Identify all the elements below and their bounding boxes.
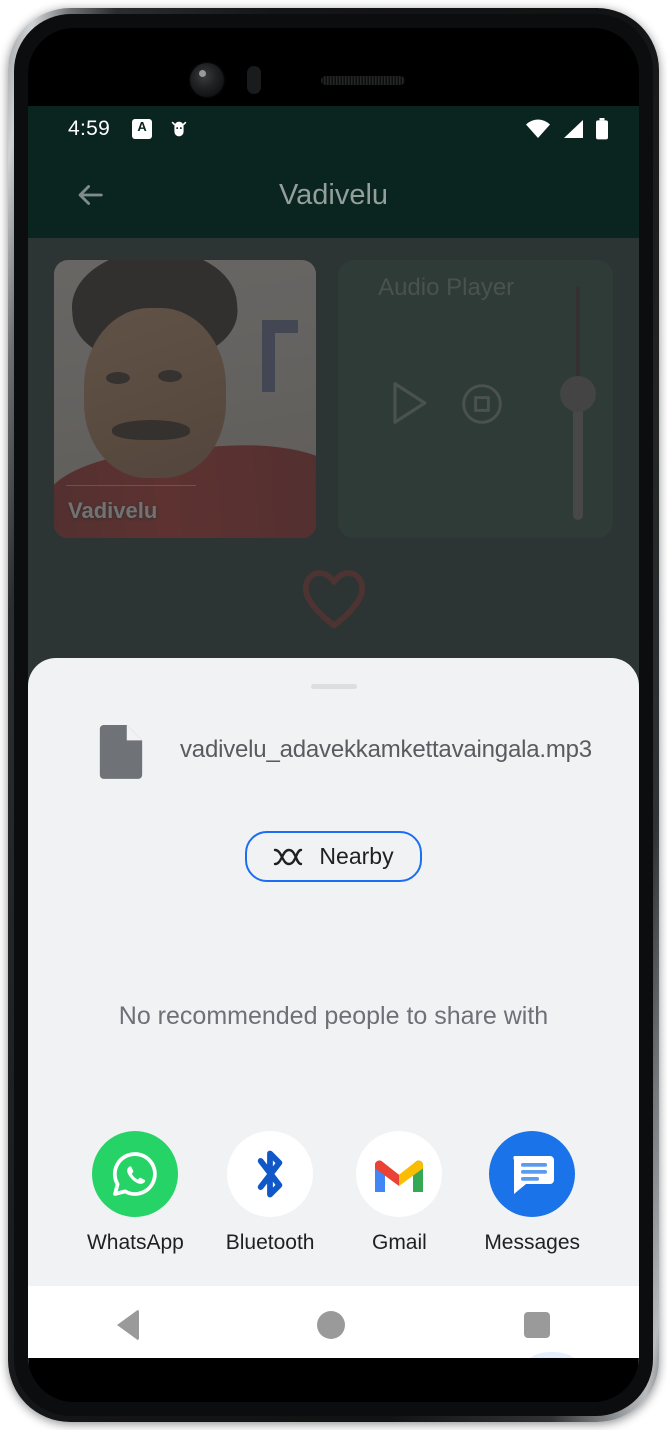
status-clock: 4:59 — [68, 117, 111, 140]
proximity-sensor-icon — [247, 66, 261, 94]
android-debug-bug-icon — [171, 121, 187, 137]
bluetooth-icon — [227, 1131, 314, 1217]
front-camera-icon — [190, 63, 224, 97]
share-sheet: vadivelu_adavekkamkettavaingala.mp3 Near… — [28, 658, 639, 1364]
screen-bezel: 4:59 A Vadivelu vadivelu_adavekkamkettav… — [28, 28, 639, 1402]
camera-lens-glint — [199, 70, 206, 77]
screen-bottom-bezel — [28, 1358, 639, 1402]
nearby-share-button[interactable]: Nearby — [245, 831, 422, 882]
nearby-row: Nearby — [28, 831, 639, 882]
whatsapp-icon — [92, 1131, 179, 1217]
document-file-icon — [99, 725, 143, 779]
sheet-drag-handle[interactable] — [310, 684, 357, 689]
nav-recents-square-icon[interactable] — [523, 1312, 550, 1338]
share-target-label: Messages — [484, 1231, 581, 1254]
device-screen: 4:59 A Vadivelu vadivelu_adavekkamkettav… — [28, 106, 639, 1364]
share-target-label: WhatsApp — [86, 1231, 184, 1254]
share-target-label: Gmail — [371, 1231, 427, 1254]
app-bar: Vadivelu — [28, 152, 639, 238]
phone-frame: 4:59 A Vadivelu vadivelu_adavekkamkettav… — [8, 8, 659, 1422]
share-target-bluetooth[interactable]: Bluetooth — [226, 1131, 315, 1255]
share-target-gmail[interactable]: Gmail — [356, 1131, 443, 1255]
earpiece-speaker-grille — [321, 76, 405, 85]
nearby-share-label: Nearby — [319, 843, 394, 869]
nav-home-circle-icon[interactable] — [317, 1311, 346, 1339]
shared-file-row: vadivelu_adavekkamkettavaingala.mp3 — [28, 721, 639, 779]
phone-body: 4:59 A Vadivelu vadivelu_adavekkamkettav… — [14, 14, 653, 1416]
share-target-label: Bluetooth — [225, 1231, 315, 1254]
caps-lock-indicator-icon: A — [132, 119, 153, 139]
empty-recommendations-message: No recommended people to share with — [118, 1002, 549, 1030]
page-title: Vadivelu — [278, 178, 389, 211]
gmail-icon — [356, 1131, 443, 1217]
share-target-whatsapp[interactable]: WhatsApp — [87, 1131, 184, 1255]
nav-back-triangle-icon[interactable] — [117, 1309, 140, 1341]
messages-icon — [489, 1131, 576, 1217]
share-target-messages[interactable]: Messages — [484, 1131, 580, 1255]
system-navigation-bar — [28, 1286, 639, 1364]
share-target-apps-row: WhatsApp Bluetooth Gmail Messages — [28, 1131, 639, 1255]
status-right-icon-group — [525, 118, 609, 140]
status-bar: 4:59 A — [28, 106, 639, 152]
status-left-icon-group: A — [132, 118, 190, 140]
shared-file-name: vadivelu_adavekkamkettavaingala.mp3 — [180, 736, 592, 763]
wifi-icon — [526, 119, 550, 138]
battery-icon — [596, 118, 608, 140]
cellular-signal-icon — [564, 120, 583, 138]
nearby-share-icon — [274, 848, 303, 865]
arrow-left-icon[interactable] — [73, 178, 107, 212]
